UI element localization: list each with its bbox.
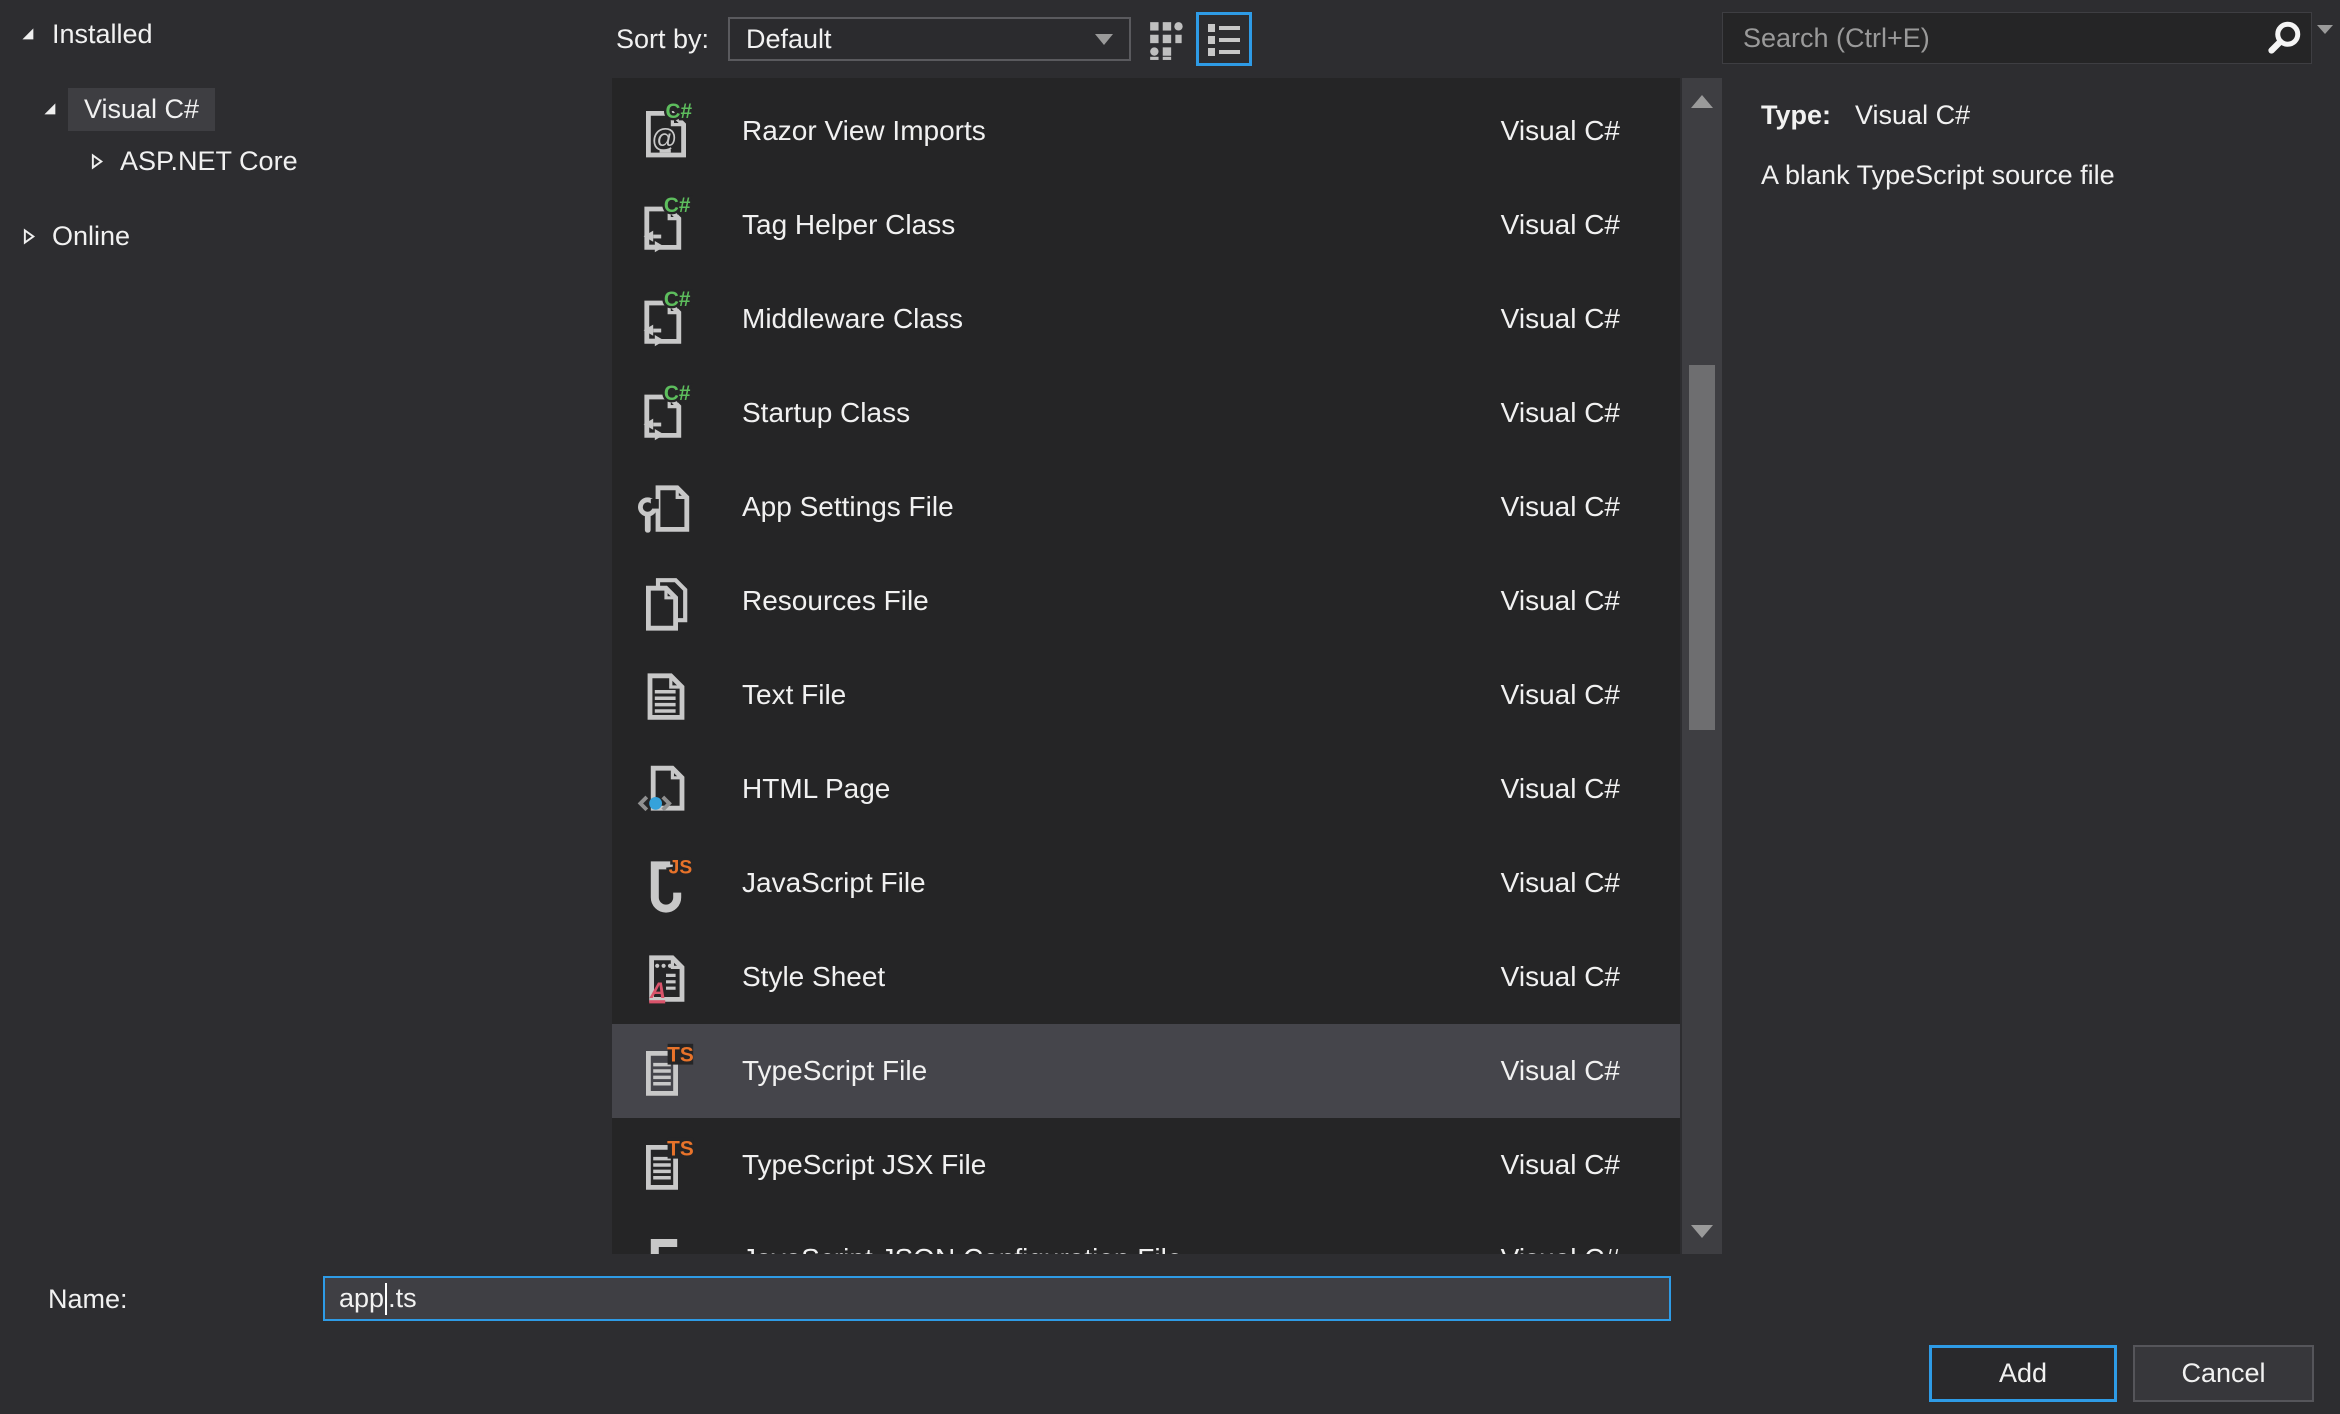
name-label: Name: [48,1283,128,1314]
html-page-icon [634,756,698,822]
name-value-after: .ts [388,1283,417,1313]
template-type-row: Type: Visual C# [1761,100,1970,131]
template-list-item[interactable]: TypeScript JSX File Visual C# [612,1118,1680,1212]
stylesheet-icon [634,944,698,1010]
template-list-item[interactable]: Middleware Class Visual C# [612,272,1680,366]
chevron-down-icon [1095,33,1113,45]
scroll-down-arrow-icon[interactable] [1682,1214,1722,1248]
template-list-item[interactable]: Style Sheet Visual C# [612,930,1680,1024]
csharp-class-icon [634,192,698,258]
search-icon[interactable] [2261,18,2307,58]
javascript-file-icon [634,850,698,916]
template-list-item[interactable]: Startup Class Visual C# [612,366,1680,460]
type-label: Type: [1761,100,1832,130]
list-view-icon [1208,24,1240,56]
template-list-item[interactable]: Razor View Imports Visual C# [612,84,1680,178]
name-input[interactable]: app .ts [323,1276,1671,1321]
template-list-item[interactable]: HTML Page Visual C# [612,742,1680,836]
search-box [1722,12,2312,64]
scroll-up-arrow-icon[interactable] [1682,84,1722,118]
list-view-button[interactable] [1196,12,1252,66]
typescript-file-icon [634,1132,698,1198]
text-caret [385,1282,388,1315]
expanded-triangle-icon[interactable] [40,101,60,118]
template-list-item[interactable]: Tag Helper Class Visual C# [612,178,1680,272]
appsettings-icon [634,474,698,540]
small-icons-grid-icon [1150,22,1183,60]
name-value-before: app [339,1283,385,1313]
list-scrollbar[interactable] [1682,78,1722,1254]
add-new-item-dialog: Installed Visual C# ASP.NET Core Online … [0,0,2340,1414]
tree-node-aspnet-core[interactable]: ASP.NET Core [86,137,298,185]
template-list-item[interactable]: JavaScript File Visual C# [612,836,1680,930]
tree-label-installed: Installed [52,18,153,49]
csharp-class-icon [634,380,698,446]
template-description: A blank TypeScript source file [1761,160,2115,190]
template-list-item[interactable]: Text File Visual C# [612,648,1680,742]
template-list-item[interactable]: JavaScript JSON Configuration File Visua… [612,1212,1680,1254]
collapsed-triangle-icon[interactable] [86,153,106,170]
template-list-item[interactable]: TypeScript File Visual C# [612,1024,1680,1118]
tree-label-aspnet-core: ASP.NET Core [120,145,298,176]
tree-node-installed[interactable]: Installed [18,10,153,58]
tree-label-visual-csharp: Visual C# [68,87,216,131]
resources-icon [634,568,698,634]
expanded-triangle-icon[interactable] [18,26,38,43]
text-file-icon [634,662,698,728]
small-icons-view-button[interactable] [1146,18,1190,62]
csharp-class-icon [634,286,698,352]
tree-label-online: Online [52,220,131,251]
typescript-file-icon [634,1038,698,1104]
cancel-button[interactable]: Cancel [2133,1345,2314,1402]
search-options-caret-icon[interactable] [2317,25,2333,52]
template-list-item[interactable]: App Settings File Visual C# [612,460,1680,554]
search-input[interactable] [1723,22,2261,54]
json-config-icon [634,1226,698,1254]
sort-by-label: Sort by: [616,23,710,54]
tree-node-visual-csharp[interactable]: Visual C# [40,85,216,133]
template-list: Razor View Imports Visual C# Tag Helper … [612,78,1680,1254]
sort-by-value: Default [746,23,832,54]
razor-view-imports-icon [634,98,698,164]
scrollbar-thumb[interactable] [1689,365,1715,730]
collapsed-triangle-icon[interactable] [18,228,38,245]
type-value: Visual C# [1855,100,1971,130]
sort-by-dropdown[interactable]: Default [728,17,1131,61]
add-button[interactable]: Add [1929,1345,2117,1402]
template-list-item[interactable]: Resources File Visual C# [612,554,1680,648]
tree-node-online[interactable]: Online [18,212,130,260]
